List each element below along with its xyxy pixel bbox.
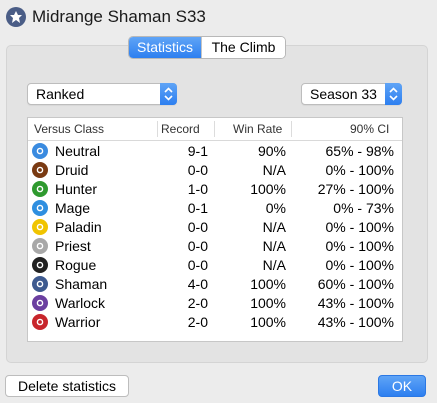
cell-record: 0-0 — [187, 257, 208, 273]
column-divider — [291, 121, 292, 137]
cell-record: 2-0 — [187, 314, 208, 330]
delete-statistics-button[interactable]: Delete statistics — [5, 375, 129, 397]
table-row[interactable]: Warrior 2-0 100% 43% - 100% — [28, 313, 402, 332]
cell-win-rate: N/A — [262, 219, 286, 235]
table-row[interactable]: Priest 0-0 N/A 0% - 100% — [28, 237, 402, 256]
window-title-bar: Midrange Shaman S33 — [0, 0, 437, 36]
table-row[interactable]: Mage 0-1 0% 0% - 73% — [28, 199, 402, 218]
window-title: Midrange Shaman S33 — [32, 7, 206, 26]
shaman-class-icon — [6, 7, 26, 27]
season-select[interactable]: Season 33 — [301, 83, 402, 105]
cell-record: 0-0 — [187, 162, 208, 178]
warrior-icon — [32, 314, 48, 330]
header-ci[interactable]: 90% CI — [350, 122, 389, 136]
header-record[interactable]: Record — [161, 122, 200, 136]
ok-button[interactable]: OK — [378, 375, 426, 397]
cell-ci: 0% - 100% — [325, 257, 394, 273]
cell-record: 2-0 — [187, 295, 208, 311]
cell-record: 0-0 — [187, 219, 208, 235]
cell-win-rate: 100% — [250, 295, 286, 311]
hunter-icon — [32, 181, 48, 197]
cell-win-rate: 100% — [250, 181, 286, 197]
cell-class: Hunter — [55, 181, 98, 197]
cell-class: Mage — [55, 200, 91, 216]
rogue-icon — [32, 257, 48, 273]
cell-ci: 0% - 100% — [325, 162, 394, 178]
table-row[interactable]: Warlock 2-0 100% 43% - 100% — [28, 294, 402, 313]
cell-record: 0-1 — [187, 200, 208, 216]
cell-class: Priest — [55, 238, 91, 254]
select-arrows-icon — [385, 83, 402, 105]
mage-icon — [32, 200, 48, 216]
cell-class: Warrior — [55, 314, 101, 330]
cell-ci: 0% - 100% — [325, 238, 394, 254]
mode-select[interactable]: Ranked — [27, 83, 177, 105]
cell-win-rate: 100% — [250, 276, 286, 292]
mode-select-value: Ranked — [36, 86, 85, 102]
neutral-icon — [32, 143, 48, 159]
table-row[interactable]: Hunter 1-0 100% 27% - 100% — [28, 180, 402, 199]
header-versus-class[interactable]: Versus Class — [34, 122, 104, 136]
table-row[interactable]: Shaman 4-0 100% 60% - 100% — [28, 275, 402, 294]
column-divider — [157, 121, 158, 137]
table-row[interactable]: Paladin 0-0 N/A 0% - 100% — [28, 218, 402, 237]
cell-win-rate: 100% — [250, 314, 286, 330]
table-header: Versus Class Record Win Rate 90% CI — [28, 118, 402, 141]
versus-class-table: Versus Class Record Win Rate 90% CI Neut… — [27, 117, 403, 342]
priest-icon — [32, 238, 48, 254]
cell-class: Paladin — [55, 219, 102, 235]
druid-icon — [32, 162, 48, 178]
cell-class: Druid — [55, 162, 89, 178]
column-divider — [214, 121, 215, 137]
cell-class: Rogue — [55, 257, 97, 273]
cell-ci: 0% - 100% — [325, 219, 394, 235]
cell-ci: 0% - 73% — [333, 200, 394, 216]
table-row[interactable]: Druid 0-0 N/A 0% - 100% — [28, 161, 402, 180]
cell-record: 9-1 — [187, 143, 208, 159]
cell-ci: 43% - 100% — [317, 314, 394, 330]
table-row[interactable]: Rogue 0-0 N/A 0% - 100% — [28, 256, 402, 275]
cell-ci: 43% - 100% — [317, 295, 394, 311]
view-tabs: Statistics The Climb — [128, 36, 286, 59]
cell-record: 4-0 — [187, 276, 208, 292]
tab-statistics[interactable]: Statistics — [129, 37, 201, 58]
header-win-rate[interactable]: Win Rate — [233, 122, 282, 136]
cell-ci: 60% - 100% — [317, 276, 394, 292]
cell-win-rate: 90% — [257, 143, 286, 159]
tab-the-climb[interactable]: The Climb — [201, 37, 285, 58]
cell-ci: 27% - 100% — [317, 181, 394, 197]
cell-record: 0-0 — [187, 238, 208, 254]
shaman-icon — [32, 276, 48, 292]
cell-class: Shaman — [55, 276, 108, 292]
cell-win-rate: 0% — [265, 200, 286, 216]
cell-win-rate: N/A — [262, 162, 286, 178]
select-arrows-icon — [160, 83, 177, 105]
cell-win-rate: N/A — [262, 238, 286, 254]
paladin-icon — [32, 219, 48, 235]
cell-class: Neutral — [55, 143, 101, 159]
cell-record: 1-0 — [187, 181, 208, 197]
season-select-value: Season 33 — [310, 86, 377, 102]
cell-ci: 65% - 98% — [325, 143, 394, 159]
warlock-icon — [32, 295, 48, 311]
cell-win-rate: N/A — [262, 257, 286, 273]
table-row[interactable]: Neutral 9-1 90% 65% - 98% — [28, 142, 402, 161]
cell-class: Warlock — [55, 295, 106, 311]
